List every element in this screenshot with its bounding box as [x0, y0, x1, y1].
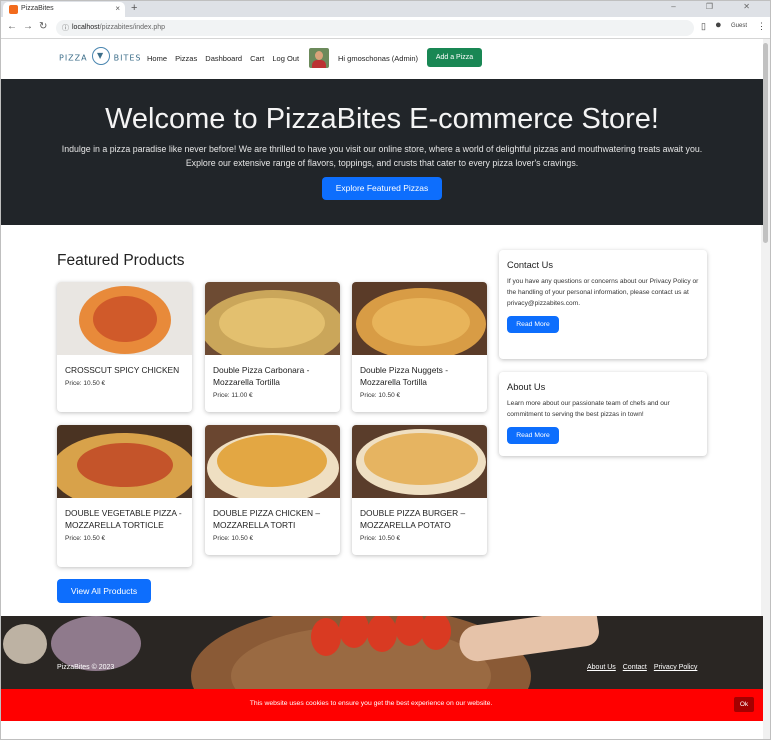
product-image[interactable]: [57, 282, 192, 355]
product-name: DOUBLE PIZZA CHICKEN – MOZZARELLA TORTI: [213, 508, 321, 530]
cookie-text: This website uses cookies to ensure you …: [249, 700, 493, 707]
about-text: Learn more about our passionate team of …: [507, 400, 670, 418]
hero-text: Indulge in a pizza paradise like never b…: [61, 144, 703, 168]
explore-featured-button[interactable]: Explore Featured Pizzas: [322, 177, 442, 200]
reload-icon[interactable]: ↻: [39, 21, 47, 32]
footer-link-contact[interactable]: Contact: [623, 664, 647, 671]
product-card[interactable]: DOUBLE PIZZA BURGER – MOZZARELLA POTATO …: [352, 425, 487, 555]
nav-links: Home Pizzas Dashboard Cart Log Out: [147, 54, 305, 63]
site-logo[interactable]: PIZZA ▼ BITES: [59, 47, 142, 67]
site-navbar: PIZZA ▼ BITES Home Pizzas Dashboard Cart L…: [1, 39, 763, 79]
new-tab-icon[interactable]: +: [131, 2, 137, 14]
footer-link-about[interactable]: About Us: [587, 664, 616, 671]
product-image[interactable]: [57, 425, 192, 498]
profile-icon[interactable]: ●: [715, 19, 722, 31]
nav-link-cart[interactable]: Cart: [250, 54, 264, 63]
product-card[interactable]: Double Pizza Carbonara - Mozzarella Tort…: [205, 282, 340, 412]
browser-tab[interactable]: PizzaBites ×: [3, 2, 125, 17]
url-field[interactable]: ⓘ localhost/pizzabites/index.php: [56, 20, 694, 36]
product-name: DOUBLE PIZZA BURGER – MOZZARELLA POTATO: [360, 508, 466, 530]
product-name: Double Pizza Carbonara - Mozzarella Tort…: [213, 365, 310, 387]
product-image[interactable]: [352, 282, 487, 355]
product-price: Price: 10.50 €: [65, 535, 106, 542]
tab-bar: PizzaBites × + – ❐ ✕: [1, 1, 770, 17]
hero-title: Welcome to PizzaBites E-commerce Store!: [105, 103, 659, 135]
product-card[interactable]: CROSSCUT SPICY CHICKEN Price: 10.50 €: [57, 282, 192, 412]
site-footer: PizzaBites © 2023 About Us Contact Priva…: [1, 616, 763, 696]
featured-title: Featured Products: [57, 252, 185, 269]
add-pizza-button[interactable]: Add a Pizza: [427, 48, 482, 67]
contact-title: Contact Us: [507, 260, 553, 270]
address-bar: ← → ↻ ⓘ localhost/pizzabites/index.php ▯…: [1, 17, 770, 39]
info-icon[interactable]: ⓘ: [62, 23, 69, 33]
cookie-banner: This website uses cookies to ensure you …: [1, 689, 763, 721]
back-icon[interactable]: ←: [7, 21, 17, 32]
close-tab-icon[interactable]: ×: [115, 4, 120, 13]
product-name: Double Pizza Nuggets - Mozzarella Tortil…: [360, 365, 448, 387]
product-card[interactable]: Double Pizza Nuggets - Mozzarella Tortil…: [352, 282, 487, 412]
product-image[interactable]: [352, 425, 487, 498]
product-price: Price: 10.50 €: [65, 380, 106, 387]
nav-link-logout[interactable]: Log Out: [272, 54, 299, 63]
about-card: About Us Learn more about our passionate…: [499, 372, 707, 456]
nav-link-dashboard[interactable]: Dashboard: [205, 54, 242, 63]
product-price: Price: 10.50 €: [360, 392, 401, 399]
product-price: Price: 11.00 €: [213, 392, 253, 399]
scrollbar-thumb[interactable]: [763, 43, 768, 243]
product-card[interactable]: DOUBLE VEGETABLE PIZZA - MOZZARELLA TORT…: [57, 425, 192, 567]
product-image[interactable]: [205, 282, 340, 355]
page-viewport: PIZZA ▼ BITES Home Pizzas Dashboard Cart L…: [1, 39, 763, 739]
product-name: DOUBLE VEGETABLE PIZZA - MOZZARELLA TORT…: [65, 508, 182, 530]
footer-links: About Us Contact Privacy Policy: [587, 664, 702, 671]
product-image[interactable]: [205, 425, 340, 498]
user-greeting: Hi gmoschonas (Admin): [338, 54, 419, 63]
window-controls-icon[interactable]: – ❐ ✕: [671, 2, 764, 11]
contact-card: Contact Us If you have any questions or …: [499, 250, 707, 359]
cookie-ok-button[interactable]: Ok: [734, 697, 754, 712]
product-price: Price: 10.50 €: [213, 535, 254, 542]
browser-window: PizzaBites × + – ❐ ✕ ← → ↻ ⓘ localhost/p…: [0, 0, 771, 740]
product-name: CROSSCUT SPICY CHICKEN: [65, 365, 180, 375]
logo-text-right: BITES: [113, 53, 142, 63]
footer-copyright: PizzaBites © 2023: [57, 664, 115, 671]
pizza-favicon-icon: [9, 5, 18, 14]
nav-link-home[interactable]: Home: [147, 54, 167, 63]
product-price: Price: 10.50 €: [360, 535, 401, 542]
contact-read-more-button[interactable]: Read More: [507, 316, 559, 333]
pizza-slice-logo-icon: ▼: [91, 47, 110, 65]
footer-link-privacy[interactable]: Privacy Policy: [654, 664, 698, 671]
tab-title: PizzaBites: [21, 5, 54, 12]
view-all-products-button[interactable]: View All Products: [57, 579, 151, 603]
hero-section: Welcome to PizzaBites E-commerce Store! …: [1, 79, 763, 225]
logo-text-left: PIZZA: [59, 53, 88, 63]
sidebar-toggle-icon[interactable]: ▯: [701, 21, 706, 32]
product-card[interactable]: DOUBLE PIZZA CHICKEN – MOZZARELLA TORTI …: [205, 425, 340, 555]
url-host: localhost: [72, 24, 100, 31]
contact-text: If you have any questions or concerns ab…: [507, 278, 699, 307]
menu-kebab-icon[interactable]: ⋮: [757, 21, 766, 32]
about-title: About Us: [507, 382, 546, 392]
about-read-more-button[interactable]: Read More: [507, 427, 559, 444]
url-path: /pizzabites/index.php: [99, 24, 166, 31]
profile-label[interactable]: Guest: [731, 23, 747, 29]
nav-link-pizzas[interactable]: Pizzas: [175, 54, 197, 63]
avatar[interactable]: [309, 48, 329, 68]
forward-icon[interactable]: →: [23, 21, 33, 32]
